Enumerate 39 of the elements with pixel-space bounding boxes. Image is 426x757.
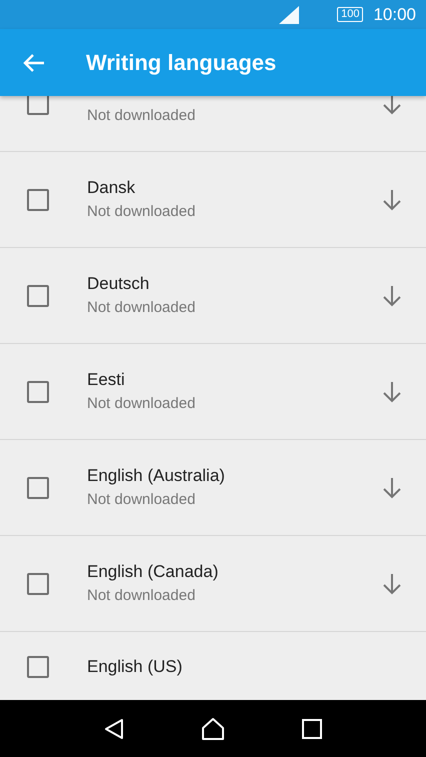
home-icon[interactable]	[200, 716, 225, 740]
checkbox[interactable]	[27, 476, 49, 498]
download-status: Not downloaded	[87, 106, 196, 126]
checkbox[interactable]	[27, 656, 49, 678]
language-row[interactable]: Eesti Not downloaded	[0, 344, 426, 440]
language-row[interactable]: Not downloaded	[0, 96, 426, 152]
recent-apps-icon[interactable]	[302, 718, 322, 738]
language-name: English (US)	[87, 656, 184, 678]
language-row[interactable]: English (Australia) Not downloaded	[0, 440, 426, 536]
checkbox[interactable]	[27, 572, 49, 594]
download-arrow-icon[interactable]	[382, 188, 402, 210]
battery-icon: 100	[337, 7, 364, 22]
checkbox[interactable]	[27, 188, 49, 210]
download-status: Not downloaded	[87, 586, 196, 606]
checkbox[interactable]	[27, 284, 49, 306]
checkbox[interactable]	[27, 96, 49, 114]
language-row[interactable]: English (Canada) Not downloaded	[0, 536, 426, 632]
language-name: Eesti	[87, 368, 126, 390]
download-status: Not downloaded	[87, 202, 196, 222]
checkbox[interactable]	[27, 380, 49, 402]
download-arrow-icon[interactable]	[382, 380, 402, 402]
language-name: English (Canada)	[87, 560, 220, 582]
language-row[interactable]: Dansk Not downloaded	[0, 152, 426, 248]
download-status: Not downloaded	[87, 394, 196, 414]
download-arrow-icon[interactable]	[382, 476, 402, 498]
clock-time: 10:00	[373, 4, 416, 24]
download-arrow-icon[interactable]	[382, 96, 402, 114]
download-arrow-icon[interactable]	[382, 284, 402, 306]
screen-title: Writing languages	[86, 50, 276, 76]
download-status: Not downloaded	[87, 298, 196, 318]
back-arrow-icon[interactable]	[23, 52, 45, 72]
signal-icon	[279, 6, 300, 24]
language-row[interactable]: Deutsch Not downloaded	[0, 248, 426, 344]
download-status: Not downloaded	[87, 490, 196, 510]
language-name: English (Australia)	[87, 464, 226, 486]
language-name: Dansk	[87, 176, 136, 198]
language-name: Deutsch	[87, 272, 150, 294]
download-arrow-icon[interactable]	[382, 572, 402, 594]
back-icon[interactable]	[104, 718, 124, 740]
